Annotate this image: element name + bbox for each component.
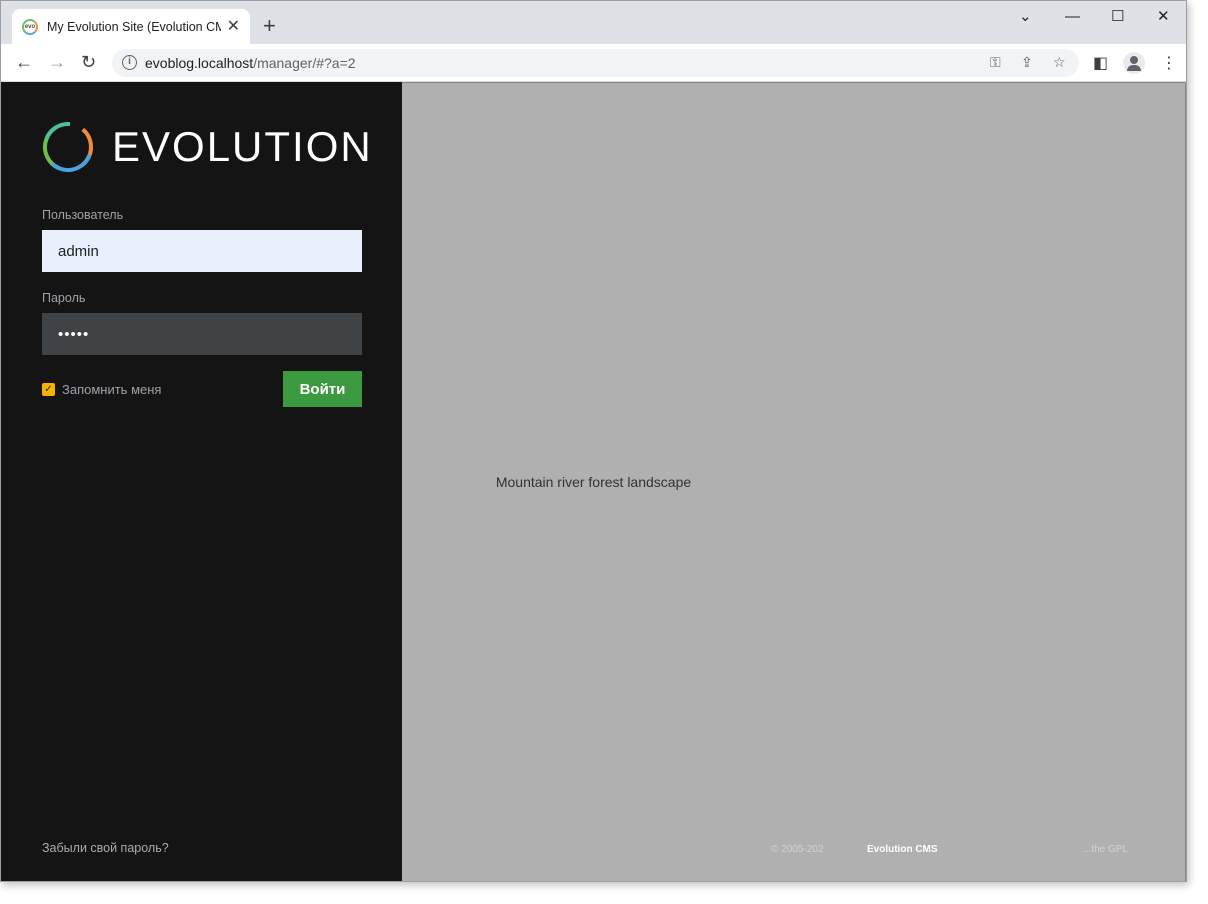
site-info-icon[interactable]: i bbox=[122, 55, 137, 70]
browser-toolbar: ← → ↻ i evoblog.localhost/manager/#?a=2 … bbox=[1, 44, 1186, 82]
remember-label: Запомнить меня bbox=[62, 382, 162, 397]
forward-icon[interactable]: → bbox=[48, 53, 66, 71]
footer-license-text: ...the GPL bbox=[1083, 844, 1129, 855]
username-label: Пользователь bbox=[42, 208, 124, 222]
login-panel: EVOLUTION Пользователь Пароль ✓ Запомнит… bbox=[1, 82, 402, 881]
tab-close-icon[interactable]: ✕ bbox=[227, 18, 240, 35]
maximize-icon[interactable]: ☐ bbox=[1111, 9, 1124, 24]
page-viewport: Mountain river forest landscape EVOLUTIO… bbox=[1, 82, 1186, 881]
tab-strip: evo My Evolution Site (Evolution CMS ✕ +… bbox=[1, 1, 1186, 44]
remember-me[interactable]: ✓ Запомнить меня bbox=[42, 382, 161, 397]
password-input[interactable] bbox=[42, 313, 362, 355]
remember-checkbox[interactable]: ✓ bbox=[42, 383, 55, 396]
address-bar[interactable]: i evoblog.localhost/manager/#?a=2 ⚿ ⇪ ☆ bbox=[112, 49, 1079, 77]
browser-tab[interactable]: evo My Evolution Site (Evolution CMS ✕ bbox=[12, 9, 250, 44]
minimize-icon[interactable]: — bbox=[1065, 9, 1080, 24]
evolution-favicon-icon: evo bbox=[22, 18, 38, 35]
logo-text: EVOLUTION bbox=[112, 123, 373, 170]
tab-search-chevron-icon[interactable]: ⌄ bbox=[1019, 9, 1032, 24]
evolution-ring-icon bbox=[43, 122, 93, 172]
key-icon[interactable]: ⚿ bbox=[990, 54, 1001, 71]
forgot-password-link[interactable]: Забыли свой пароль? bbox=[42, 841, 169, 855]
close-window-icon[interactable]: ✕ bbox=[1157, 9, 1170, 24]
login-button[interactable]: Войти bbox=[283, 371, 362, 407]
new-tab-icon[interactable]: + bbox=[263, 15, 276, 37]
username-input[interactable] bbox=[42, 230, 362, 272]
footer-brand-link[interactable]: Evolution CMS bbox=[867, 844, 938, 855]
evolution-logo: EVOLUTION bbox=[42, 121, 373, 173]
footer-copyright: © 2005-202 bbox=[771, 844, 824, 855]
profile-icon[interactable] bbox=[1123, 52, 1145, 74]
password-label: Пароль bbox=[42, 291, 86, 305]
background-photo-label: Mountain river forest landscape bbox=[495, 474, 692, 490]
browser-window: evo My Evolution Site (Evolution CMS ✕ +… bbox=[0, 0, 1187, 882]
url-path: /manager/#?a=2 bbox=[253, 55, 356, 71]
back-icon[interactable]: ← bbox=[15, 53, 33, 71]
side-panel-icon[interactable]: ◧ bbox=[1093, 53, 1108, 73]
url-text[interactable]: evoblog.localhost/manager/#?a=2 bbox=[145, 55, 356, 71]
menu-icon[interactable]: ⋮ bbox=[1161, 53, 1177, 73]
tab-title: My Evolution Site (Evolution CMS bbox=[47, 19, 221, 34]
reload-icon[interactable]: ↻ bbox=[81, 53, 96, 71]
share-icon[interactable]: ⇪ bbox=[1021, 54, 1033, 71]
url-host: evoblog.localhost bbox=[145, 55, 254, 71]
star-icon[interactable]: ☆ bbox=[1053, 54, 1066, 71]
